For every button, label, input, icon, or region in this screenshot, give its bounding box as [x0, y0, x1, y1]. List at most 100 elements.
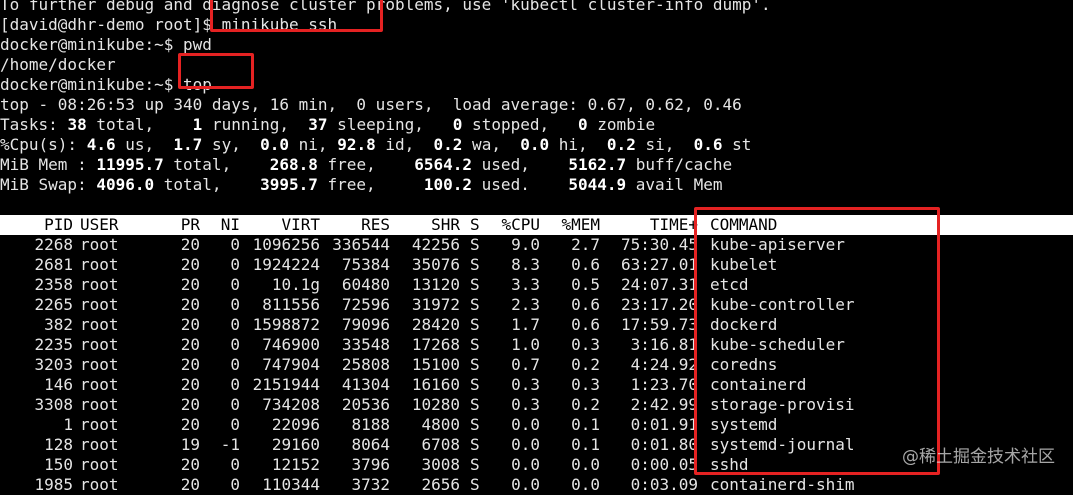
header-virt: VIRT	[281, 215, 320, 234]
cell-mem: 0.5	[571, 275, 600, 294]
cell-user: root	[80, 355, 119, 374]
cell-shr: 10280	[411, 395, 460, 414]
cell-s: S	[470, 335, 480, 354]
cell-pr: 20	[180, 315, 200, 334]
cell-ni: 0	[230, 315, 240, 334]
top-mem-line: MiB Mem : 11995.7 total, 268.8 free, 656…	[0, 155, 733, 174]
cell-virt: 10.1g	[271, 275, 320, 294]
cell-pid: 382	[44, 315, 73, 334]
cell-time: 17:59.73	[620, 315, 698, 334]
cell-mem: 0.2	[571, 395, 600, 414]
terminal-line-1: [david@dhr-demo root]$ minikube ssh	[0, 15, 1073, 35]
mem-label: MiB Mem :	[0, 155, 97, 174]
cell-virt: 1096256	[252, 235, 320, 254]
cell-user: root	[80, 435, 119, 454]
cell-res: 60480	[341, 275, 390, 294]
swap-free: 3995.7	[260, 175, 318, 194]
header-time: TIME+	[649, 215, 698, 234]
shell-prompt: [david@dhr-demo root]$	[0, 15, 222, 34]
cell-shr: 17268	[411, 335, 460, 354]
cell-mem: 0.2	[571, 355, 600, 374]
cpu-si: 0.2	[606, 135, 636, 154]
cell-time: 23:17.20	[620, 295, 698, 314]
cell-s: S	[470, 455, 480, 474]
cell-ni: 0	[230, 375, 240, 394]
tasks-sleeping: 37	[308, 115, 328, 134]
cell-virt: 746900	[262, 335, 320, 354]
cell-pid: 1	[63, 415, 73, 434]
cell-virt: 747904	[262, 355, 320, 374]
cell-pr: 20	[180, 375, 200, 394]
watermark: @稀土掘金技术社区	[902, 447, 1055, 467]
cell-pr: 20	[180, 355, 200, 374]
cell-shr: 6708	[421, 435, 460, 454]
cell-pr: 20	[180, 335, 200, 354]
top-uptime-line: top - 08:26:53 up 340 days, 16 min, 0 us…	[0, 95, 742, 114]
cell-ni: 0	[230, 475, 240, 494]
cell-cpu: 0.0	[511, 415, 540, 434]
cell-shr: 2656	[421, 475, 460, 494]
cell-shr: 16160	[411, 375, 460, 394]
cell-mem: 0.1	[571, 415, 600, 434]
cell-s: S	[470, 255, 480, 274]
cell-pid: 1985	[34, 475, 73, 494]
cell-s: S	[470, 395, 480, 414]
cell-pr: 20	[180, 295, 200, 314]
cell-pid: 2681	[34, 255, 73, 274]
header-user: USER	[80, 215, 119, 234]
mem-free: 268.8	[269, 155, 318, 174]
cell-ni: 0	[230, 355, 240, 374]
cell-virt: 2151944	[252, 375, 320, 394]
tasks-label: Tasks:	[0, 115, 68, 134]
cell-pid: 150	[44, 455, 73, 474]
cpu-ni: 0.0	[260, 135, 290, 154]
cell-pr: 20	[180, 395, 200, 414]
cell-shr: 13120	[411, 275, 460, 294]
cell-user: root	[80, 335, 119, 354]
cell-time: 75:30.45	[620, 235, 698, 254]
cell-shr: 35076	[411, 255, 460, 274]
cell-ni: 0	[230, 415, 240, 434]
cell-cpu: 0.3	[511, 395, 540, 414]
cell-pid: 2265	[34, 295, 73, 314]
cell-cpu: 0.0	[511, 435, 540, 454]
cell-ni: 0	[230, 395, 240, 414]
header-res: RES	[361, 215, 390, 234]
terminal-line-2: docker@minikube:~$ pwd	[0, 35, 212, 54]
cell-user: root	[80, 315, 119, 334]
cell-time: 2:42.99	[630, 395, 698, 414]
cell-mem: 0.3	[571, 375, 600, 394]
cell-ni: 0	[230, 255, 240, 274]
top-swap-line: MiB Swap: 4096.0 total, 3995.7 free, 100…	[0, 175, 723, 194]
cell-time: 3:16.81	[630, 335, 698, 354]
header-cpu: %CPU	[501, 215, 540, 234]
swap-avail: 5044.9	[568, 175, 627, 194]
cell-pid: 2268	[34, 235, 73, 254]
cell-s: S	[470, 355, 480, 374]
cell-s: S	[470, 295, 480, 314]
cpu-wa: 0.2	[433, 135, 463, 154]
cell-time: 0:01.91	[630, 415, 698, 434]
cell-user: root	[80, 255, 119, 274]
cell-pid: 2358	[34, 275, 73, 294]
cpu-hi: 0.0	[520, 135, 550, 154]
cell-ni: 0	[230, 295, 240, 314]
cell-s: S	[470, 415, 480, 434]
cell-user: root	[80, 295, 119, 314]
cell-mem: 2.7	[571, 235, 600, 254]
top-tasks-line: Tasks: 38 total, 1 running, 37 sleeping,…	[0, 115, 656, 134]
cell-mem: 0.1	[571, 435, 600, 454]
cell-user: root	[80, 455, 119, 474]
cell-pid: 128	[44, 435, 73, 454]
cell-s: S	[470, 315, 480, 334]
cpu-us: 4.6	[86, 135, 116, 154]
cell-res: 8064	[351, 435, 390, 454]
cell-res: 3732	[351, 475, 390, 494]
cell-virt: 22096	[271, 415, 320, 434]
cell-s: S	[470, 375, 480, 394]
cell-cpu: 2.3	[511, 295, 540, 314]
top-cpu-line: %Cpu(s): 4.6 us, 1.7 sy, 0.0 ni, 92.8 id…	[0, 135, 752, 154]
cell-ni: -1	[220, 435, 240, 454]
cell-shr: 4800	[421, 415, 460, 434]
cell-s: S	[470, 475, 480, 494]
